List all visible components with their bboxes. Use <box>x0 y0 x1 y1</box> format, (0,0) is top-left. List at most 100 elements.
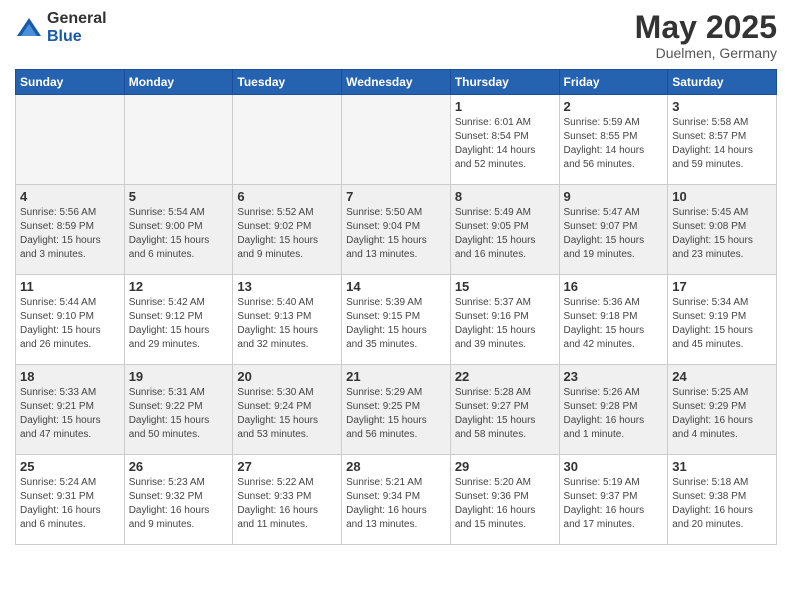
day-number: 5 <box>129 189 229 204</box>
day-info: Sunrise: 5:42 AM Sunset: 9:12 PM Dayligh… <box>129 296 229 352</box>
day-number: 18 <box>20 369 120 384</box>
page-header: General Blue May 2025 Duelmen, Germany <box>15 10 777 61</box>
day-number: 8 <box>455 189 555 204</box>
calendar-cell: 17Sunrise: 5:34 AM Sunset: 9:19 PM Dayli… <box>668 275 777 365</box>
day-number: 30 <box>564 459 664 474</box>
day-number: 22 <box>455 369 555 384</box>
day-info: Sunrise: 5:24 AM Sunset: 9:31 PM Dayligh… <box>20 476 120 532</box>
logo-icon <box>15 14 43 42</box>
day-info: Sunrise: 5:47 AM Sunset: 9:07 PM Dayligh… <box>564 206 664 262</box>
day-info: Sunrise: 5:22 AM Sunset: 9:33 PM Dayligh… <box>237 476 337 532</box>
calendar-cell: 31Sunrise: 5:18 AM Sunset: 9:38 PM Dayli… <box>668 455 777 545</box>
calendar-cell: 7Sunrise: 5:50 AM Sunset: 9:04 PM Daylig… <box>342 185 451 275</box>
day-info: Sunrise: 5:33 AM Sunset: 9:21 PM Dayligh… <box>20 386 120 442</box>
logo-blue-text: Blue <box>47 28 107 46</box>
day-number: 13 <box>237 279 337 294</box>
calendar-cell: 6 Sunrise: 5:52 AM Sunset: 9:02 PM Daylig… <box>233 185 342 275</box>
calendar-cell: 2Sunrise: 5:59 AM Sunset: 8:55 PM Daylig… <box>559 95 668 185</box>
day-info: Sunrise: 5:23 AM Sunset: 9:32 PM Dayligh… <box>129 476 229 532</box>
day-number: 12 <box>129 279 229 294</box>
calendar-cell: 29 Sunrise: 5:20 AM Sunset: 9:36 PM Dayli… <box>450 455 559 545</box>
weekday-header-thursday: Thursday <box>450 70 559 95</box>
calendar-cell: 4 Sunrise: 5:56 AM Sunset: 8:59 PM Daylig… <box>16 185 125 275</box>
calendar-week-row: 25 Sunrise: 5:24 AM Sunset: 9:31 PM Dayli… <box>16 455 777 545</box>
day-number: 6 <box>237 189 337 204</box>
weekday-header-sunday: Sunday <box>16 70 125 95</box>
calendar-cell: 15Sunrise: 5:37 AM Sunset: 9:16 PM Dayli… <box>450 275 559 365</box>
weekday-header-monday: Monday <box>124 70 233 95</box>
month-title: May 2025 <box>635 10 777 45</box>
calendar-cell <box>124 95 233 185</box>
day-info: Sunrise: 5:45 AM Sunset: 9:08 PM Dayligh… <box>672 206 772 262</box>
calendar-table: SundayMondayTuesdayWednesdayThursdayFrid… <box>15 69 777 545</box>
day-number: 21 <box>346 369 446 384</box>
day-info: Sunrise: 5:28 AM Sunset: 9:27 PM Dayligh… <box>455 386 555 442</box>
day-info: Sunrise: 5:29 AM Sunset: 9:25 PM Dayligh… <box>346 386 446 442</box>
calendar-week-row: 18 Sunrise: 5:33 AM Sunset: 9:21 PM Dayli… <box>16 365 777 455</box>
calendar-cell <box>233 95 342 185</box>
day-number: 25 <box>20 459 120 474</box>
title-block: May 2025 Duelmen, Germany <box>635 10 777 61</box>
calendar-cell: 8Sunrise: 5:49 AM Sunset: 9:05 PM Daylig… <box>450 185 559 275</box>
day-info: Sunrise: 5:30 AM Sunset: 9:24 PM Dayligh… <box>237 386 337 442</box>
calendar-cell: 21 Sunrise: 5:29 AM Sunset: 9:25 PM Dayli… <box>342 365 451 455</box>
day-info: Sunrise: 5:25 AM Sunset: 9:29 PM Dayligh… <box>672 386 772 442</box>
day-number: 11 <box>20 279 120 294</box>
calendar-cell: 9Sunrise: 5:47 AM Sunset: 9:07 PM Daylig… <box>559 185 668 275</box>
day-number: 15 <box>455 279 555 294</box>
day-info: Sunrise: 5:34 AM Sunset: 9:19 PM Dayligh… <box>672 296 772 352</box>
calendar-week-row: 4 Sunrise: 5:56 AM Sunset: 8:59 PM Daylig… <box>16 185 777 275</box>
day-number: 31 <box>672 459 772 474</box>
weekday-header-row: SundayMondayTuesdayWednesdayThursdayFrid… <box>16 70 777 95</box>
day-info: Sunrise: 5:58 AM Sunset: 8:57 PM Dayligh… <box>672 116 772 172</box>
day-number: 24 <box>672 369 772 384</box>
day-number: 23 <box>564 369 664 384</box>
calendar-cell: 16Sunrise: 5:36 AM Sunset: 9:18 PM Dayli… <box>559 275 668 365</box>
calendar-cell: 3 Sunrise: 5:58 AM Sunset: 8:57 PM Daylig… <box>668 95 777 185</box>
calendar-cell: 18 Sunrise: 5:33 AM Sunset: 9:21 PM Dayli… <box>16 365 125 455</box>
day-number: 19 <box>129 369 229 384</box>
calendar-cell: 25 Sunrise: 5:24 AM Sunset: 9:31 PM Dayli… <box>16 455 125 545</box>
day-info: Sunrise: 5:19 AM Sunset: 9:37 PM Dayligh… <box>564 476 664 532</box>
calendar-cell: 27Sunrise: 5:22 AM Sunset: 9:33 PM Dayli… <box>233 455 342 545</box>
calendar-cell: 5 Sunrise: 5:54 AM Sunset: 9:00 PM Daylig… <box>124 185 233 275</box>
day-number: 4 <box>20 189 120 204</box>
day-info: Sunrise: 5:26 AM Sunset: 9:28 PM Dayligh… <box>564 386 664 442</box>
day-number: 1 <box>455 99 555 114</box>
calendar-week-row: 1 Sunrise: 6:01 AM Sunset: 8:54 PM Daylig… <box>16 95 777 185</box>
day-info: Sunrise: 5:52 AM Sunset: 9:02 PM Dayligh… <box>237 206 337 262</box>
day-info: Sunrise: 5:31 AM Sunset: 9:22 PM Dayligh… <box>129 386 229 442</box>
calendar-cell: 11 Sunrise: 5:44 AM Sunset: 9:10 PM Dayli… <box>16 275 125 365</box>
day-number: 14 <box>346 279 446 294</box>
day-number: 29 <box>455 459 555 474</box>
day-info: Sunrise: 5:54 AM Sunset: 9:00 PM Dayligh… <box>129 206 229 262</box>
calendar-cell: 10 Sunrise: 5:45 AM Sunset: 9:08 PM Dayli… <box>668 185 777 275</box>
calendar-cell: 24 Sunrise: 5:25 AM Sunset: 9:29 PM Dayli… <box>668 365 777 455</box>
day-number: 26 <box>129 459 229 474</box>
day-info: Sunrise: 5:36 AM Sunset: 9:18 PM Dayligh… <box>564 296 664 352</box>
day-number: 28 <box>346 459 446 474</box>
logo-text: General Blue <box>47 10 107 45</box>
calendar-cell <box>342 95 451 185</box>
logo-general-text: General <box>47 10 107 28</box>
day-info: Sunrise: 5:39 AM Sunset: 9:15 PM Dayligh… <box>346 296 446 352</box>
day-number: 2 <box>564 99 664 114</box>
day-number: 3 <box>672 99 772 114</box>
calendar-cell: 23 Sunrise: 5:26 AM Sunset: 9:28 PM Dayli… <box>559 365 668 455</box>
day-info: Sunrise: 6:01 AM Sunset: 8:54 PM Dayligh… <box>455 116 555 172</box>
weekday-header-wednesday: Wednesday <box>342 70 451 95</box>
calendar-cell: 19 Sunrise: 5:31 AM Sunset: 9:22 PM Dayli… <box>124 365 233 455</box>
day-info: Sunrise: 5:44 AM Sunset: 9:10 PM Dayligh… <box>20 296 120 352</box>
weekday-header-friday: Friday <box>559 70 668 95</box>
day-info: Sunrise: 5:56 AM Sunset: 8:59 PM Dayligh… <box>20 206 120 262</box>
calendar-cell: 1 Sunrise: 6:01 AM Sunset: 8:54 PM Daylig… <box>450 95 559 185</box>
weekday-header-tuesday: Tuesday <box>233 70 342 95</box>
calendar-cell: 30 Sunrise: 5:19 AM Sunset: 9:37 PM Dayli… <box>559 455 668 545</box>
calendar-week-row: 11 Sunrise: 5:44 AM Sunset: 9:10 PM Dayli… <box>16 275 777 365</box>
calendar-cell: 22 Sunrise: 5:28 AM Sunset: 9:27 PM Dayli… <box>450 365 559 455</box>
calendar-cell: 14 Sunrise: 5:39 AM Sunset: 9:15 PM Dayli… <box>342 275 451 365</box>
calendar-cell: 26 Sunrise: 5:23 AM Sunset: 9:32 PM Dayli… <box>124 455 233 545</box>
day-number: 10 <box>672 189 772 204</box>
location-subtitle: Duelmen, Germany <box>635 45 777 61</box>
day-info: Sunrise: 5:20 AM Sunset: 9:36 PM Dayligh… <box>455 476 555 532</box>
